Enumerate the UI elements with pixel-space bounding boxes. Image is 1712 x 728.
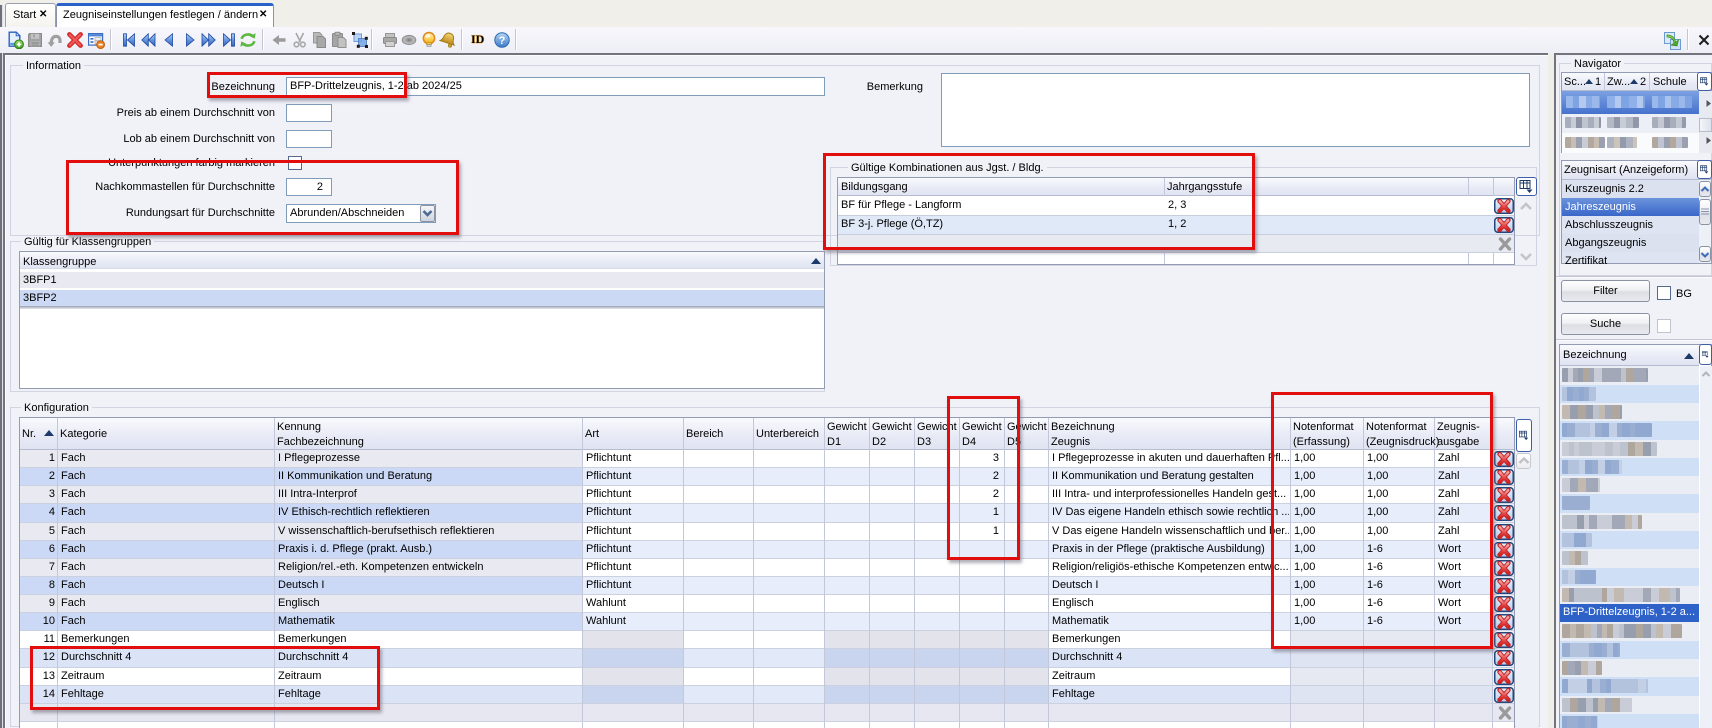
svg-text:?: ? bbox=[499, 35, 506, 47]
